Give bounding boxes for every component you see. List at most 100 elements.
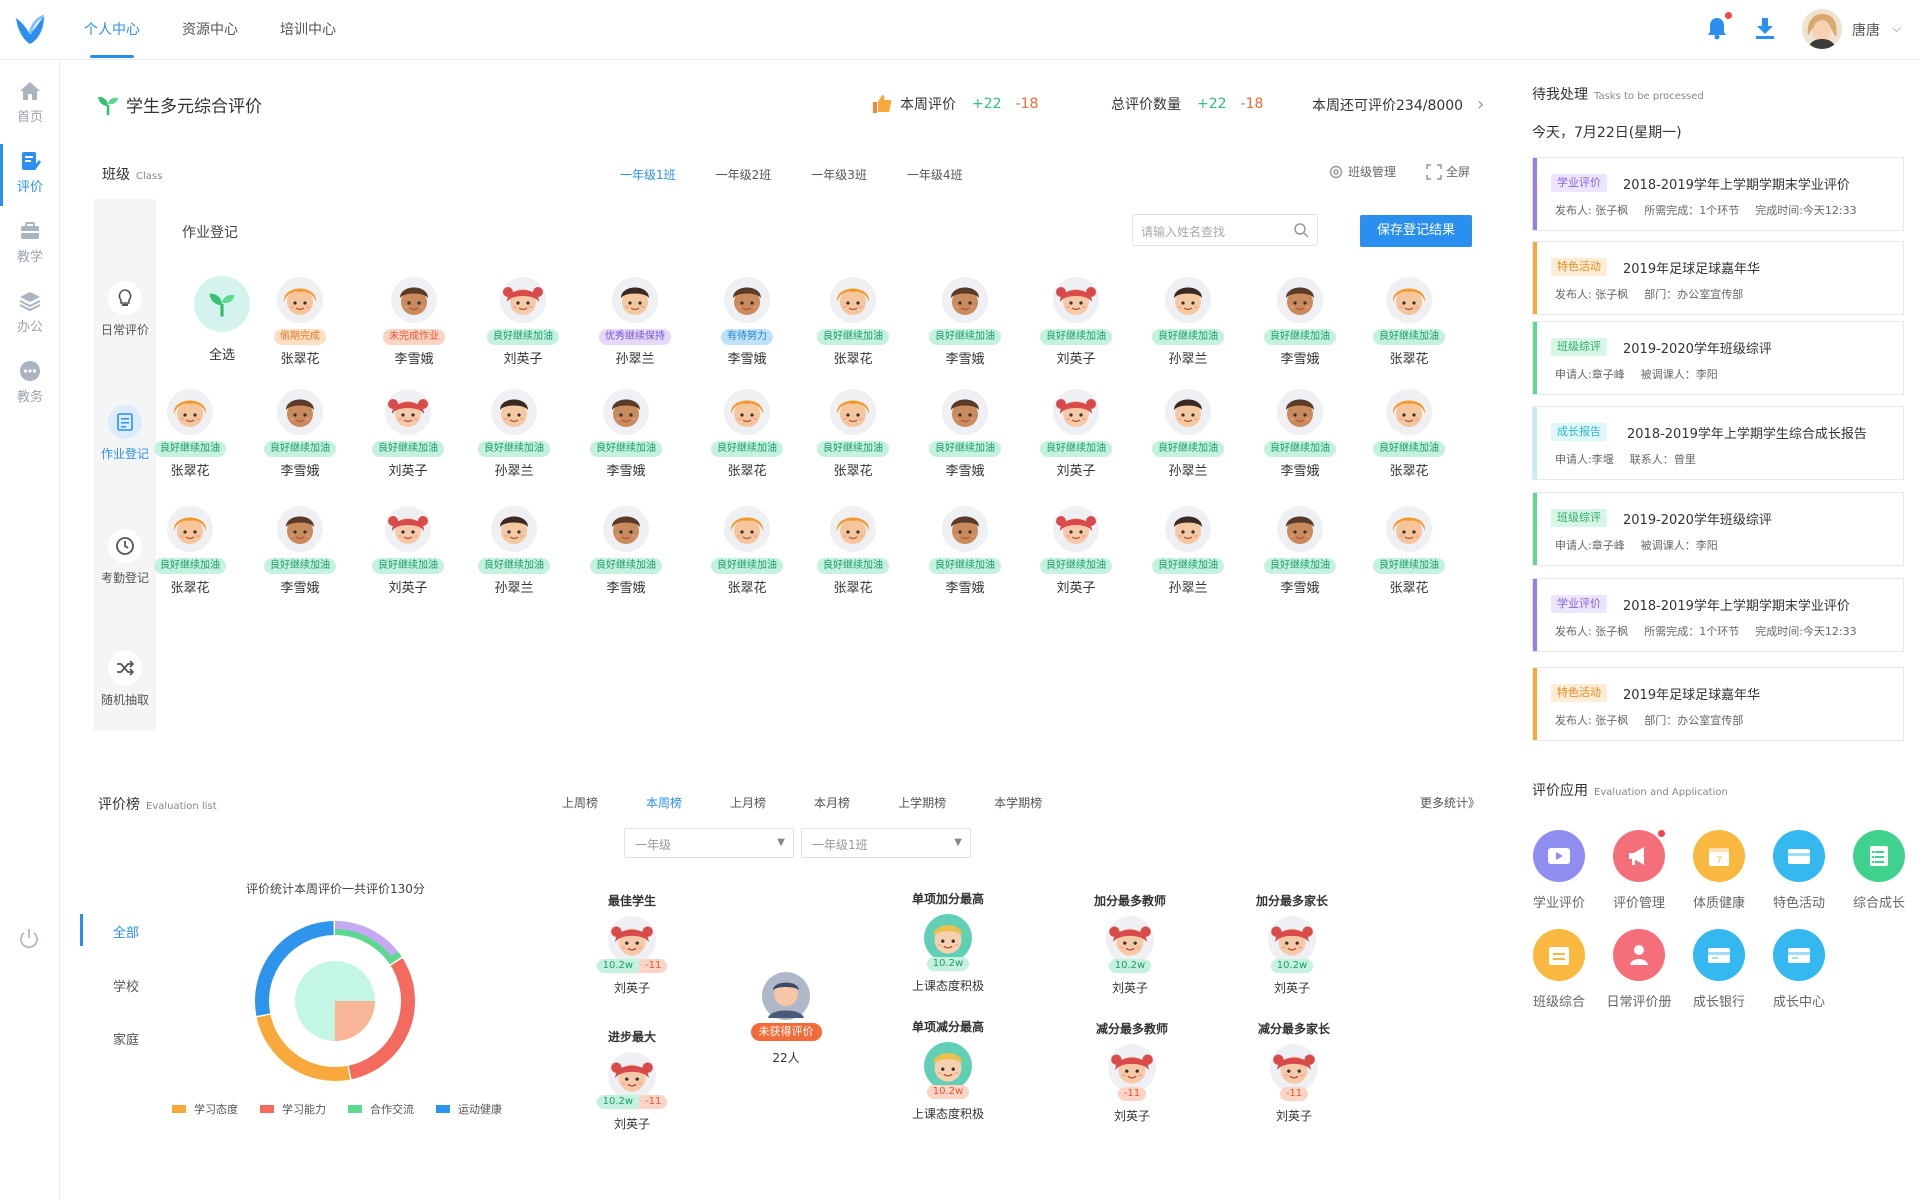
student-card[interactable]: 良好继续加油 张翠花 bbox=[813, 276, 893, 367]
no-evaluation-group[interactable]: 未获得评价 22人 bbox=[744, 970, 828, 1066]
user-name[interactable]: 唐唐 bbox=[1852, 20, 1880, 40]
student-card[interactable]: 良好继续加油 孙翠兰 bbox=[1148, 388, 1228, 479]
panel-item-daily[interactable]: 日常评价 bbox=[94, 281, 156, 338]
student-card[interactable]: 良好继续加油 李雪娥 bbox=[260, 505, 340, 596]
task-card[interactable]: 特色活动 2019年足球足球嘉年华 发布人: 张子枫 部门：办公室宣传部 bbox=[1532, 241, 1904, 315]
task-card[interactable]: 特色活动 2019年足球足球嘉年华 发布人: 张子枫 部门：办公室宣传部 bbox=[1532, 667, 1904, 741]
student-card[interactable]: 良好继续加油 李雪娥 bbox=[925, 388, 1005, 479]
award-single-minus-top[interactable]: 单项减分最高 10.2w 上课态度积极 bbox=[888, 1018, 1008, 1122]
task-card[interactable]: 班级综评 2019-2020学年班级综评 申请人:章子峰 被调课人：李阳 bbox=[1532, 492, 1904, 566]
student-card[interactable]: 良好继续加油 张翠花 bbox=[1369, 388, 1449, 479]
rank-tab-this-week[interactable]: 本周榜 bbox=[646, 794, 682, 811]
class-select[interactable]: 一年级1班 ▼ bbox=[801, 828, 971, 858]
nav-item-home[interactable]: 首页 bbox=[0, 74, 60, 136]
student-card[interactable]: 良好继续加油 刘英子 bbox=[368, 388, 448, 479]
top-tab-training[interactable]: 培训中心 bbox=[280, 0, 336, 60]
award-single-plus-top[interactable]: 单项加分最高 10.2w 上课态度积极 bbox=[888, 890, 1008, 994]
scope-school[interactable]: 学校 bbox=[113, 976, 139, 995]
student-card[interactable]: 良好继续加油 孙翠兰 bbox=[1148, 505, 1228, 596]
student-card[interactable]: 良好继续加油 张翠花 bbox=[707, 505, 787, 596]
award-most-progress[interactable]: 进步最大 10.2w -11 刘英子 bbox=[572, 1028, 692, 1132]
app-tile[interactable]: 日常评价册 bbox=[1599, 929, 1679, 1010]
panel-item-attendance[interactable]: 考勤登记 bbox=[94, 529, 156, 586]
rank-tab-this-term[interactable]: 本学期榜 bbox=[994, 794, 1042, 811]
bell-icon[interactable] bbox=[1706, 16, 1728, 40]
class-tab-1[interactable]: 一年级1班 bbox=[620, 166, 676, 186]
student-card[interactable]: 良好继续加油 李雪娥 bbox=[1260, 505, 1340, 596]
student-card[interactable]: 优秀继续保持 孙翠兰 bbox=[595, 276, 675, 367]
remaining-eval-stat[interactable]: 本周还可评价234/8000 › bbox=[1312, 94, 1484, 115]
student-card[interactable]: 良好继续加油 孙翠兰 bbox=[1148, 276, 1228, 367]
task-card[interactable]: 学业评价 2018-2019学年上学期学期末学业评价 发布人: 张子枫 所需完成：1个… bbox=[1532, 578, 1904, 652]
nav-item-teaching[interactable]: 教学 bbox=[0, 214, 60, 276]
rank-tab-last-month[interactable]: 上月榜 bbox=[730, 794, 766, 811]
app-tile[interactable]: 成长中心 bbox=[1759, 929, 1839, 1010]
chevron-down-icon[interactable]: ⌵ bbox=[1892, 21, 1901, 36]
award-most-plus-teacher[interactable]: 加分最多教师 10.2w 刘英子 bbox=[1070, 892, 1190, 996]
task-card[interactable]: 成长报告 2018-2019学年上学期学生综合成长报告 申请人:李堰 联系人：曾里 bbox=[1532, 406, 1904, 480]
class-tab-4[interactable]: 一年级4班 bbox=[907, 166, 963, 186]
student-card[interactable]: 良好继续加油 张翠花 bbox=[150, 505, 230, 596]
student-card[interactable]: 良好继续加油 张翠花 bbox=[150, 388, 230, 479]
app-tile[interactable]: 综合成长 bbox=[1839, 830, 1919, 911]
task-card[interactable]: 班级综评 2019-2020学年班级综评 申请人:章子峰 被调课人：李阳 bbox=[1532, 321, 1904, 395]
class-manage-button[interactable]: 班级管理 bbox=[1328, 163, 1396, 180]
panel-item-homework[interactable]: 作业登记 bbox=[94, 405, 156, 462]
top-tab-personal[interactable]: 个人中心 bbox=[84, 0, 140, 60]
class-tab-3[interactable]: 一年级3班 bbox=[811, 166, 867, 186]
search-icon[interactable] bbox=[1293, 222, 1309, 238]
student-card[interactable]: 良好继续加油 张翠花 bbox=[813, 388, 893, 479]
student-card[interactable]: 良好继续加油 张翠花 bbox=[1369, 505, 1449, 596]
student-card[interactable]: 良好继续加油 孙翠兰 bbox=[474, 388, 554, 479]
student-card[interactable]: 有待努力 李雪娥 bbox=[707, 276, 787, 367]
student-card[interactable]: 良好继续加油 李雪娥 bbox=[1260, 276, 1340, 367]
more-stats-link[interactable]: 更多统计》 bbox=[1420, 794, 1480, 811]
student-card[interactable]: 良好继续加油 刘英子 bbox=[368, 505, 448, 596]
student-search-input[interactable]: 请输入姓名查找 bbox=[1132, 214, 1318, 246]
rank-tab-this-month[interactable]: 本月榜 bbox=[814, 794, 850, 811]
app-logo-icon[interactable] bbox=[12, 10, 48, 50]
nav-item-office[interactable]: 办公 bbox=[0, 284, 60, 346]
student-card[interactable]: 良好继续加油 刘英子 bbox=[483, 276, 563, 367]
award-most-minus-parent[interactable]: 减分最多家长 -11 刘英子 bbox=[1234, 1020, 1354, 1124]
award-most-minus-teacher[interactable]: 减分最多教师 -11 刘英子 bbox=[1072, 1020, 1192, 1124]
panel-item-random[interactable]: 随机抽取 bbox=[94, 651, 156, 708]
top-tab-resources[interactable]: 资源中心 bbox=[182, 0, 238, 60]
rank-tab-last-week[interactable]: 上周榜 bbox=[562, 794, 598, 811]
award-best-student[interactable]: 最佳学生 10.2w -11 刘英子 bbox=[572, 892, 692, 996]
student-card[interactable]: 良好继续加油 李雪娥 bbox=[586, 388, 666, 479]
app-tile[interactable]: 学业评价 bbox=[1519, 830, 1599, 911]
power-icon[interactable] bbox=[18, 928, 40, 950]
student-card[interactable]: 良好继续加油 李雪娥 bbox=[1260, 388, 1340, 479]
chevron-right-icon[interactable]: › bbox=[1477, 94, 1484, 115]
nav-item-evaluation[interactable]: 评价 bbox=[0, 144, 60, 206]
student-card[interactable]: 良好继续加油 张翠花 bbox=[813, 505, 893, 596]
download-icon[interactable] bbox=[1754, 16, 1776, 40]
student-card[interactable]: 偷期完成 张翠花 bbox=[260, 276, 340, 367]
student-card[interactable]: 良好继续加油 刘英子 bbox=[1036, 388, 1116, 479]
fullscreen-button[interactable]: 全屏 bbox=[1426, 163, 1470, 180]
student-card[interactable]: 良好继续加油 李雪娥 bbox=[260, 388, 340, 479]
app-tile[interactable]: 7 体质健康 bbox=[1679, 830, 1759, 911]
class-tab-2[interactable]: 一年级2班 bbox=[716, 166, 772, 186]
app-tile[interactable]: 评价管理 bbox=[1599, 830, 1679, 911]
student-card[interactable]: 良好继续加油 刘英子 bbox=[1036, 276, 1116, 367]
app-tile[interactable]: 成长银行 bbox=[1679, 929, 1759, 1010]
rank-tab-last-term[interactable]: 上学期榜 bbox=[898, 794, 946, 811]
student-card[interactable]: 良好继续加油 张翠花 bbox=[1369, 276, 1449, 367]
app-tile[interactable]: 特色活动 bbox=[1759, 830, 1839, 911]
student-card[interactable]: 良好继续加油 李雪娥 bbox=[586, 505, 666, 596]
task-card[interactable]: 学业评价 2018-2019学年上学期学期末学业评价 发布人: 张子枫 所需完成：1个… bbox=[1532, 157, 1904, 231]
app-tile[interactable]: 班级综合 bbox=[1519, 929, 1599, 1010]
award-most-plus-parent[interactable]: 加分最多家长 10.2w 刘英子 bbox=[1232, 892, 1352, 996]
scope-family[interactable]: 家庭 bbox=[113, 1029, 139, 1048]
student-card[interactable]: 良好继续加油 李雪娥 bbox=[925, 276, 1005, 367]
student-card[interactable]: 良好继续加油 张翠花 bbox=[707, 388, 787, 479]
save-registration-button[interactable]: 保存登记结果 bbox=[1360, 215, 1472, 247]
grade-select[interactable]: 一年级 ▼ bbox=[624, 828, 794, 858]
student-card[interactable]: 良好继续加油 刘英子 bbox=[1036, 505, 1116, 596]
student-card[interactable]: 未完成作业 李雪娥 bbox=[374, 276, 454, 367]
student-card[interactable]: 良好继续加油 孙翠兰 bbox=[474, 505, 554, 596]
select-all-button[interactable]: 全选 bbox=[192, 276, 252, 363]
student-card[interactable]: 良好继续加油 李雪娥 bbox=[925, 505, 1005, 596]
